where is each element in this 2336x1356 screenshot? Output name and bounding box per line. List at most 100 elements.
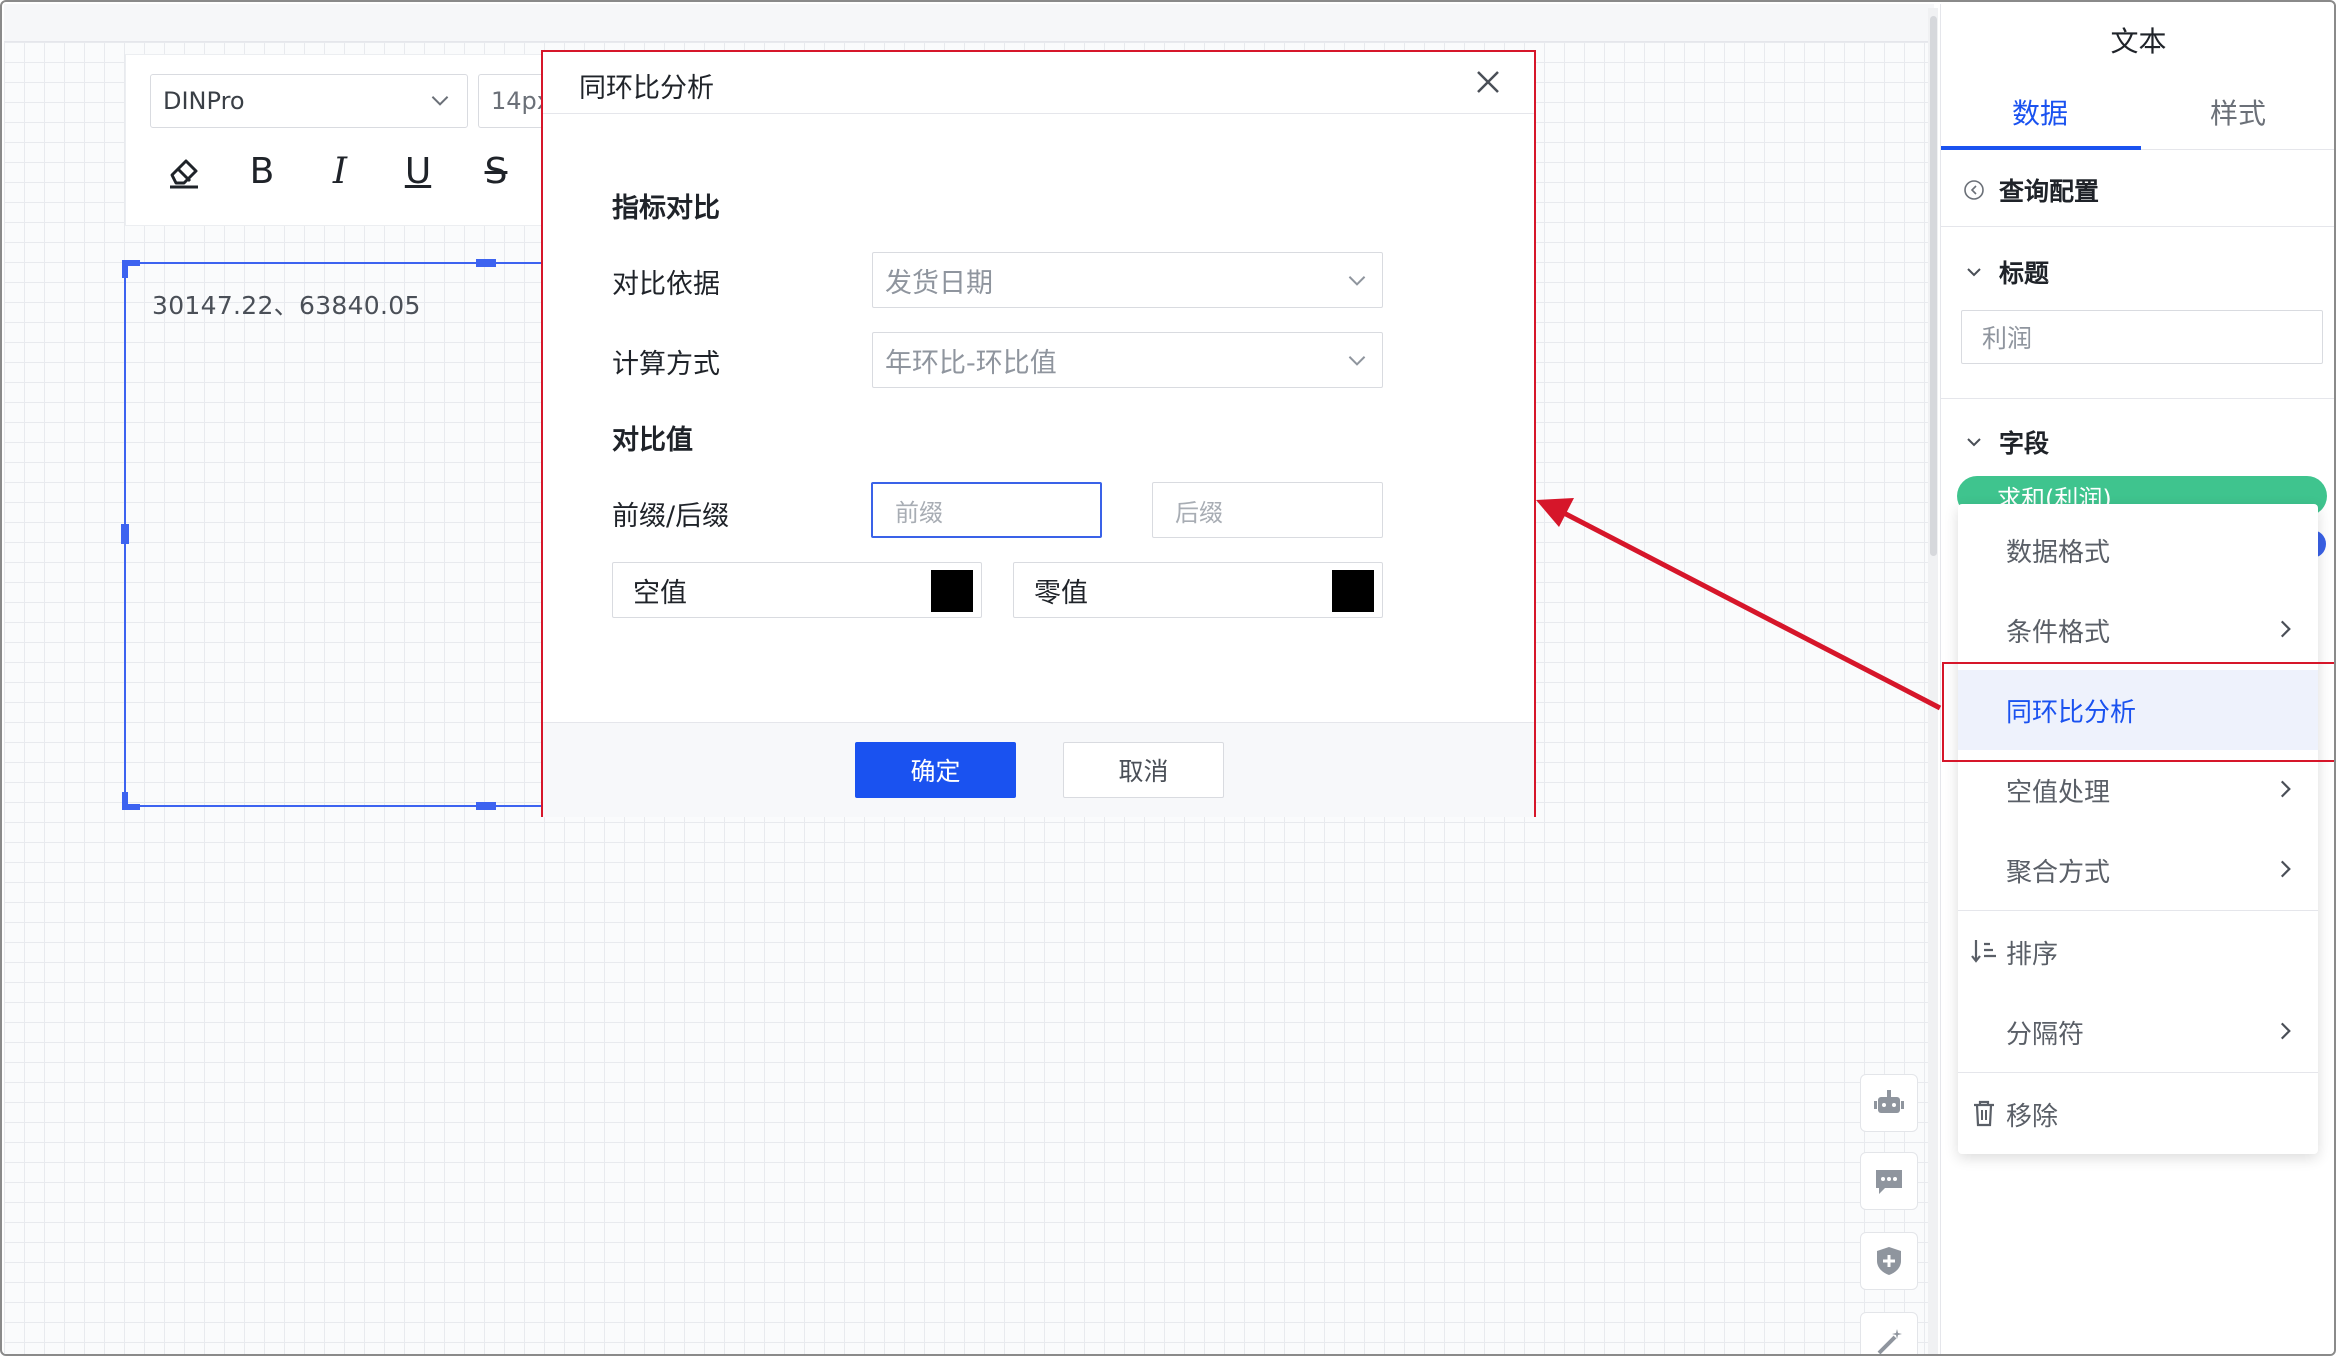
- menu-item-label: 排序: [2006, 939, 2059, 970]
- magic-wand-icon: [1877, 1329, 1902, 1354]
- title-section-toggle[interactable]: 标题: [1963, 254, 2049, 290]
- prefix-input[interactable]: 前缀: [871, 482, 1102, 538]
- menu-item-label: 数据格式: [2006, 537, 2111, 568]
- chevron-right-icon: [2280, 780, 2291, 798]
- resize-handle[interactable]: [476, 259, 496, 267]
- trash-icon: [1974, 1100, 1994, 1127]
- dialog-footer: [543, 722, 1534, 817]
- eraser-button[interactable]: [162, 146, 206, 196]
- magic-button[interactable]: [1860, 1312, 1918, 1354]
- text-component[interactable]: [124, 262, 544, 807]
- back-circle-icon: [1964, 180, 1984, 200]
- tab-style[interactable]: 样式: [2139, 92, 2334, 132]
- menu-item-label: 空值处理: [2006, 777, 2111, 808]
- font-family-value: DINPro: [163, 87, 245, 115]
- chevron-down-icon: [431, 96, 449, 106]
- field-section-toggle[interactable]: 字段: [1963, 424, 2049, 460]
- section-metric-compare: 指标对比: [612, 193, 720, 224]
- resize-handle[interactable]: [121, 524, 129, 544]
- resize-handle[interactable]: [122, 792, 128, 810]
- dialog-header: 同环比分析: [543, 52, 1534, 114]
- comment-button[interactable]: [1860, 1152, 1918, 1210]
- calc-method-label: 计算方式: [612, 349, 720, 380]
- highlight-box: [1942, 662, 2334, 762]
- tab-data[interactable]: 数据: [1941, 92, 2139, 132]
- security-button[interactable]: [1860, 1232, 1918, 1290]
- prefix-suffix-label: 前缀/后缀: [612, 501, 730, 532]
- eraser-icon: [170, 159, 198, 189]
- menu-item-separator[interactable]: 分隔符: [1958, 992, 2318, 1072]
- prefix-placeholder: 前缀: [895, 498, 943, 527]
- title-section-label: 标题: [1999, 259, 2050, 288]
- underline-button[interactable]: U: [396, 146, 440, 196]
- calc-method-value: 年环比-环比值: [885, 347, 1057, 379]
- chevron-down-icon: [1967, 438, 1981, 447]
- active-tab-indicator: [1941, 146, 2141, 150]
- menu-item-data-format[interactable]: 数据格式: [1958, 510, 2318, 590]
- field-section-label: 字段: [1999, 429, 2050, 458]
- sort-icon: [1971, 940, 1996, 963]
- text-component-value: 30147.22、63840.05: [152, 291, 421, 320]
- menu-divider: [1958, 1072, 2318, 1073]
- chevron-right-icon: [2280, 1022, 2291, 1040]
- italic-button[interactable]: I: [318, 146, 362, 196]
- menu-item-remove[interactable]: 移除: [1958, 1074, 2318, 1154]
- title-input-value: 利润: [1982, 324, 2033, 353]
- underline-icon: U: [404, 150, 432, 192]
- resize-handle[interactable]: [476, 802, 496, 810]
- field-context-menu: 数据格式 条件格式 同环比分析 空值处理 聚合方式 排序 分隔符 移除: [1958, 504, 2318, 1154]
- panel-title: 文本: [2110, 25, 2167, 58]
- cancel-button[interactable]: 取消: [1063, 742, 1224, 798]
- compare-basis-select[interactable]: 发货日期: [872, 252, 1383, 308]
- canvas-scroll-thumb[interactable]: [1930, 16, 1937, 556]
- menu-item-label: 分隔符: [2006, 1019, 2085, 1050]
- title-input[interactable]: 利润: [1961, 310, 2323, 364]
- chevron-down-icon: [1348, 356, 1366, 366]
- menu-item-aggregation[interactable]: 聚合方式: [1958, 830, 2318, 910]
- compare-basis-label: 对比依据: [612, 269, 720, 300]
- null-value-label: 空值: [633, 577, 687, 609]
- menu-item-label: 移除: [2006, 1101, 2059, 1132]
- yoy-mom-analysis-dialog: 同环比分析 指标对比 对比依据 发货日期 计算方式 年环比-环比值 对比值 前缀…: [541, 50, 1536, 817]
- chevron-down-icon: [1967, 268, 1981, 277]
- strikethrough-button[interactable]: S: [474, 146, 518, 196]
- italic-icon: I: [332, 150, 348, 192]
- menu-item-conditional-format[interactable]: 条件格式: [1958, 590, 2318, 670]
- zero-value-color[interactable]: 零值: [1013, 562, 1383, 618]
- menu-item-null-handling[interactable]: 空值处理: [1958, 750, 2318, 830]
- compare-basis-value: 发货日期: [885, 267, 993, 299]
- ai-assistant-button[interactable]: [1860, 1074, 1918, 1132]
- comment-icon: [1876, 1170, 1902, 1194]
- zero-value-swatch[interactable]: [1332, 570, 1374, 612]
- app-window: DINPro 14px B I U S 30147.22、63840.05 同环…: [0, 0, 2336, 1356]
- bold-icon: B: [249, 150, 275, 192]
- top-bar: [4, 4, 1934, 42]
- menu-item-label: 条件格式: [2006, 617, 2111, 648]
- menu-item-label: 聚合方式: [2006, 857, 2111, 888]
- divider: [1941, 226, 2334, 227]
- chevron-right-icon: [2280, 620, 2291, 638]
- null-value-swatch[interactable]: [931, 570, 973, 612]
- chevron-down-icon: [1348, 276, 1366, 286]
- suffix-input[interactable]: 后缀: [1152, 482, 1383, 538]
- dialog-title: 同环比分析: [579, 73, 714, 104]
- zero-value-label: 零值: [1034, 577, 1088, 609]
- calc-method-select[interactable]: 年环比-环比值: [872, 332, 1383, 388]
- font-family-select[interactable]: DINPro: [150, 74, 468, 128]
- suffix-placeholder: 后缀: [1175, 498, 1223, 527]
- resize-handle[interactable]: [122, 260, 128, 278]
- shield-plus-icon: [1877, 1247, 1901, 1275]
- divider: [1941, 398, 2334, 399]
- menu-divider: [1958, 910, 2318, 911]
- section-compare-value: 对比值: [612, 425, 693, 456]
- chevron-right-icon: [2280, 860, 2291, 878]
- query-config-link[interactable]: 查询配置: [1963, 172, 2099, 208]
- robot-icon: [1874, 1090, 1904, 1113]
- strikethrough-icon: S: [484, 150, 508, 192]
- confirm-button[interactable]: 确定: [855, 742, 1016, 798]
- null-value-color[interactable]: 空值: [612, 562, 982, 618]
- menu-item-sort[interactable]: 排序: [1958, 912, 2318, 992]
- close-icon[interactable]: [1470, 64, 1506, 100]
- panel-tabs: 数据 样式: [1941, 74, 2334, 150]
- bold-button[interactable]: B: [240, 146, 284, 196]
